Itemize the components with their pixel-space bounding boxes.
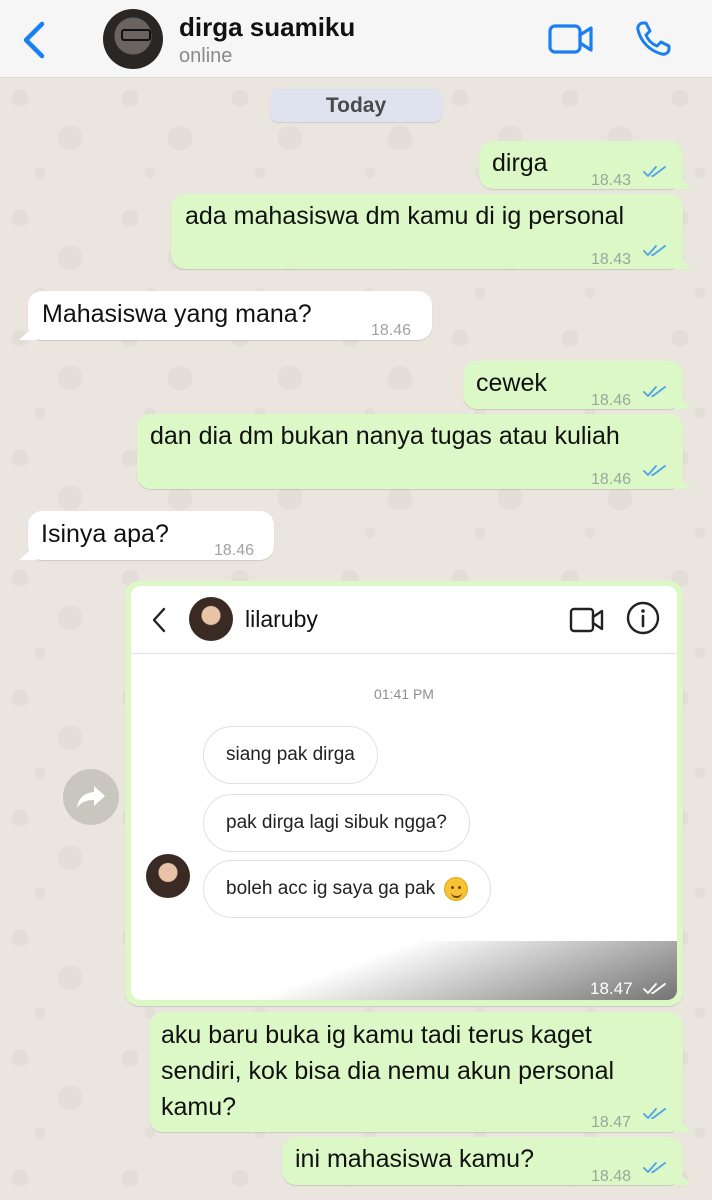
message-time: 18.43 [591, 251, 632, 268]
instagram-dm-screenshot[interactable]: lilaruby 01:41 PM siang pak dirga pak di… [131, 586, 677, 1000]
message-time: 18.43 [591, 172, 632, 189]
message-text: ini mahasiswa kamu? [295, 1145, 534, 1173]
message-time: 18.47 [590, 979, 633, 998]
ig-avatar [189, 597, 233, 641]
ig-username: lilaruby [245, 606, 318, 632]
contact-name[interactable]: dirga suamiku [179, 12, 355, 43]
video-camera-icon [569, 607, 604, 633]
double-check-icon [643, 386, 666, 397]
message-time: 18.46 [371, 322, 412, 339]
info-icon [626, 601, 660, 635]
voice-call-button[interactable] [634, 20, 672, 58]
double-check-icon [643, 166, 666, 177]
ig-message: boleh acc ig saya ga pak [203, 860, 492, 918]
double-check-icon [643, 983, 666, 994]
message-text: cewek [476, 369, 547, 397]
forward-button[interactable] [63, 769, 119, 825]
message-text: Isinya apa? [41, 520, 169, 548]
back-button[interactable] [14, 18, 54, 62]
outgoing-message[interactable]: cewek 18.46 [463, 361, 683, 409]
double-check-icon [643, 465, 666, 476]
incoming-message[interactable]: Mahasiswa yang mana? 18.46 [28, 291, 432, 340]
message-text: ada mahasiswa dm kamu di ig personal [185, 202, 625, 230]
video-call-button[interactable] [548, 22, 594, 56]
video-camera-icon [548, 24, 593, 54]
message-text-line: kamu? [161, 1093, 237, 1121]
double-check-icon [643, 245, 666, 256]
image-message[interactable]: lilaruby 01:41 PM siang pak dirga pak di… [125, 581, 683, 1006]
message-text-line: aku baru buka ig kamu tadi terus kaget [161, 1021, 592, 1049]
ig-header: lilaruby [131, 586, 677, 654]
double-check-icon [643, 1108, 666, 1119]
outgoing-message[interactable]: dan dia dm bukan nanya tugas atau kuliah… [137, 414, 683, 489]
message-time: 18.48 [591, 1168, 632, 1185]
message-time: 18.46 [591, 392, 632, 409]
chevron-left-icon [152, 607, 166, 633]
ig-message: pak dirga lagi sibuk ngga? [203, 794, 470, 852]
incoming-message[interactable]: Isinya apa? 18.46 [28, 511, 274, 560]
message-text: Mahasiswa yang mana? [42, 300, 312, 328]
date-separator: Today [270, 89, 442, 122]
outgoing-message[interactable]: ini mahasiswa kamu? 18.48 [282, 1137, 683, 1185]
ig-message-text: boleh acc ig saya ga pak [226, 878, 436, 899]
double-check-icon [643, 1162, 666, 1173]
message-time: 18.46 [214, 542, 255, 559]
contact-avatar[interactable] [103, 9, 163, 69]
forward-arrow-icon [77, 786, 105, 808]
phone-icon [636, 21, 671, 56]
smiling-face-icon [444, 876, 469, 901]
message-text: dan dia dm bukan nanya tugas atau kuliah [150, 422, 620, 450]
ig-sender-avatar [146, 854, 190, 898]
outgoing-message[interactable]: aku baru buka ig kamu tadi terus kaget s… [149, 1012, 683, 1132]
message-time: 18.46 [591, 471, 632, 488]
outgoing-message[interactable]: ada mahasiswa dm kamu di ig personal 18.… [171, 194, 683, 269]
message-text-line: sendiri, kok bisa dia nemu akun personal [161, 1057, 615, 1085]
chevron-left-icon [23, 21, 45, 59]
outgoing-message[interactable]: dirga 18.43 [479, 141, 683, 189]
contact-status: online [179, 45, 233, 67]
ig-message: siang pak dirga [203, 726, 378, 784]
chat-header: dirga suamiku online [0, 0, 712, 78]
message-time: 18.47 [591, 1114, 632, 1131]
message-text: dirga [492, 149, 548, 177]
ig-timestamp: 01:41 PM [374, 686, 434, 702]
